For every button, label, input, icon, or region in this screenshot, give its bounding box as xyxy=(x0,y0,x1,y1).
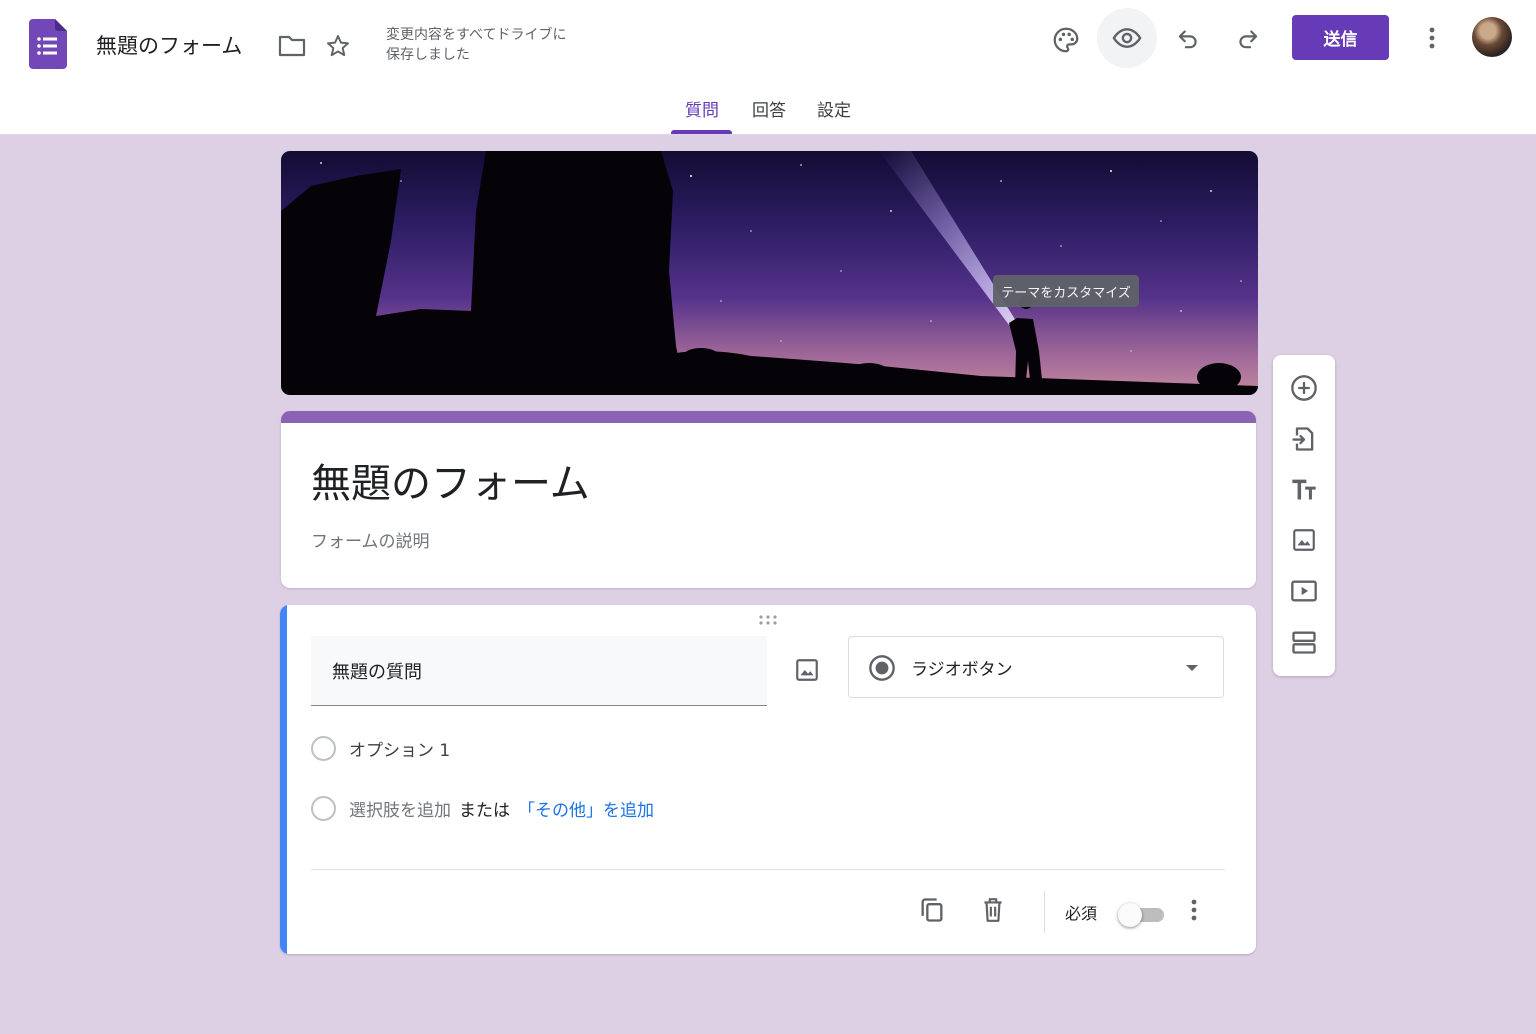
question-type-label: ラジオボタン xyxy=(911,660,1013,680)
night-sky-image xyxy=(281,151,1258,395)
delete-icon[interactable] xyxy=(975,892,1011,928)
save-status-line1: 変更内容をすべてドライブに xyxy=(386,27,567,43)
add-option-link[interactable]: 選択肢を追加 xyxy=(349,796,451,821)
document-title[interactable]: 無題のフォーム xyxy=(96,30,242,60)
add-image-icon[interactable] xyxy=(1287,523,1321,557)
radio-checked-icon xyxy=(869,655,895,681)
title-card-accent-bar xyxy=(281,411,1256,423)
active-question-indicator xyxy=(280,605,287,954)
radio-circle xyxy=(311,735,336,761)
option-label[interactable]: オプション 1 xyxy=(349,736,450,761)
form-description-input[interactable]: フォームの説明 xyxy=(311,527,430,552)
import-questions-icon[interactable] xyxy=(1287,422,1321,456)
question-title-input[interactable]: 無題の質問 xyxy=(311,636,767,706)
floating-toolbar xyxy=(1273,355,1335,676)
required-label: 必須 xyxy=(1065,904,1098,923)
option-row: オプション 1 xyxy=(311,733,450,763)
app-header: 無題のフォーム 変更内容をすべてドライブに 保存しました 送信 質問 回答 設定 xyxy=(0,0,1536,135)
add-video-icon[interactable] xyxy=(1287,574,1321,608)
footer-separator xyxy=(1044,891,1045,933)
header-image[interactable] xyxy=(281,151,1258,395)
add-other-link[interactable]: 「その他」を追加 xyxy=(518,796,654,821)
or-text: または xyxy=(459,800,510,821)
save-status-line2: 保存しました xyxy=(386,47,470,63)
undo-icon[interactable] xyxy=(1172,22,1204,54)
add-title-icon[interactable] xyxy=(1287,472,1321,506)
question-card[interactable]: 無題の質問 ラジオボタン オプション 1 選択肢を追加 または 「その他」を追加… xyxy=(280,605,1256,954)
add-image-icon[interactable] xyxy=(790,653,824,687)
star-icon[interactable] xyxy=(322,30,354,62)
tab-settings[interactable]: 設定 xyxy=(810,96,858,135)
send-button[interactable]: 送信 xyxy=(1292,15,1389,60)
drag-handle-icon[interactable] xyxy=(758,613,778,627)
question-type-dropdown[interactable]: ラジオボタン xyxy=(848,636,1224,698)
duplicate-icon[interactable] xyxy=(914,892,950,928)
footer-divider xyxy=(311,869,1225,870)
radio-circle xyxy=(311,795,336,821)
toggle-knob xyxy=(1118,903,1142,927)
customize-theme-tooltip: テーマをカスタマイズ xyxy=(993,275,1139,307)
tab-active-indicator xyxy=(671,130,732,134)
tab-bar: 質問 回答 設定 xyxy=(0,96,1536,135)
eye-icon xyxy=(1112,28,1142,48)
redo-icon[interactable] xyxy=(1232,22,1264,54)
add-question-icon[interactable] xyxy=(1287,371,1321,405)
form-title-input[interactable]: 無題のフォーム xyxy=(311,451,590,509)
question-more-icon[interactable] xyxy=(1180,895,1208,925)
avatar[interactable] xyxy=(1472,17,1512,57)
folder-icon[interactable] xyxy=(276,31,308,61)
more-vert-icon[interactable] xyxy=(1418,22,1446,54)
tab-responses[interactable]: 回答 xyxy=(745,96,793,135)
palette-icon[interactable] xyxy=(1048,22,1084,58)
preview-button[interactable] xyxy=(1097,8,1157,68)
dropdown-arrow-icon xyxy=(1186,665,1198,671)
add-option-row: 選択肢を追加 または 「その他」を追加 xyxy=(311,793,654,823)
add-section-icon[interactable] xyxy=(1287,625,1321,659)
form-title-card: 無題のフォーム フォームの説明 xyxy=(281,411,1256,588)
required-toggle[interactable] xyxy=(1118,901,1166,927)
save-status: 変更内容をすべてドライブに 保存しました xyxy=(386,25,616,65)
forms-logo-icon[interactable] xyxy=(29,19,67,69)
